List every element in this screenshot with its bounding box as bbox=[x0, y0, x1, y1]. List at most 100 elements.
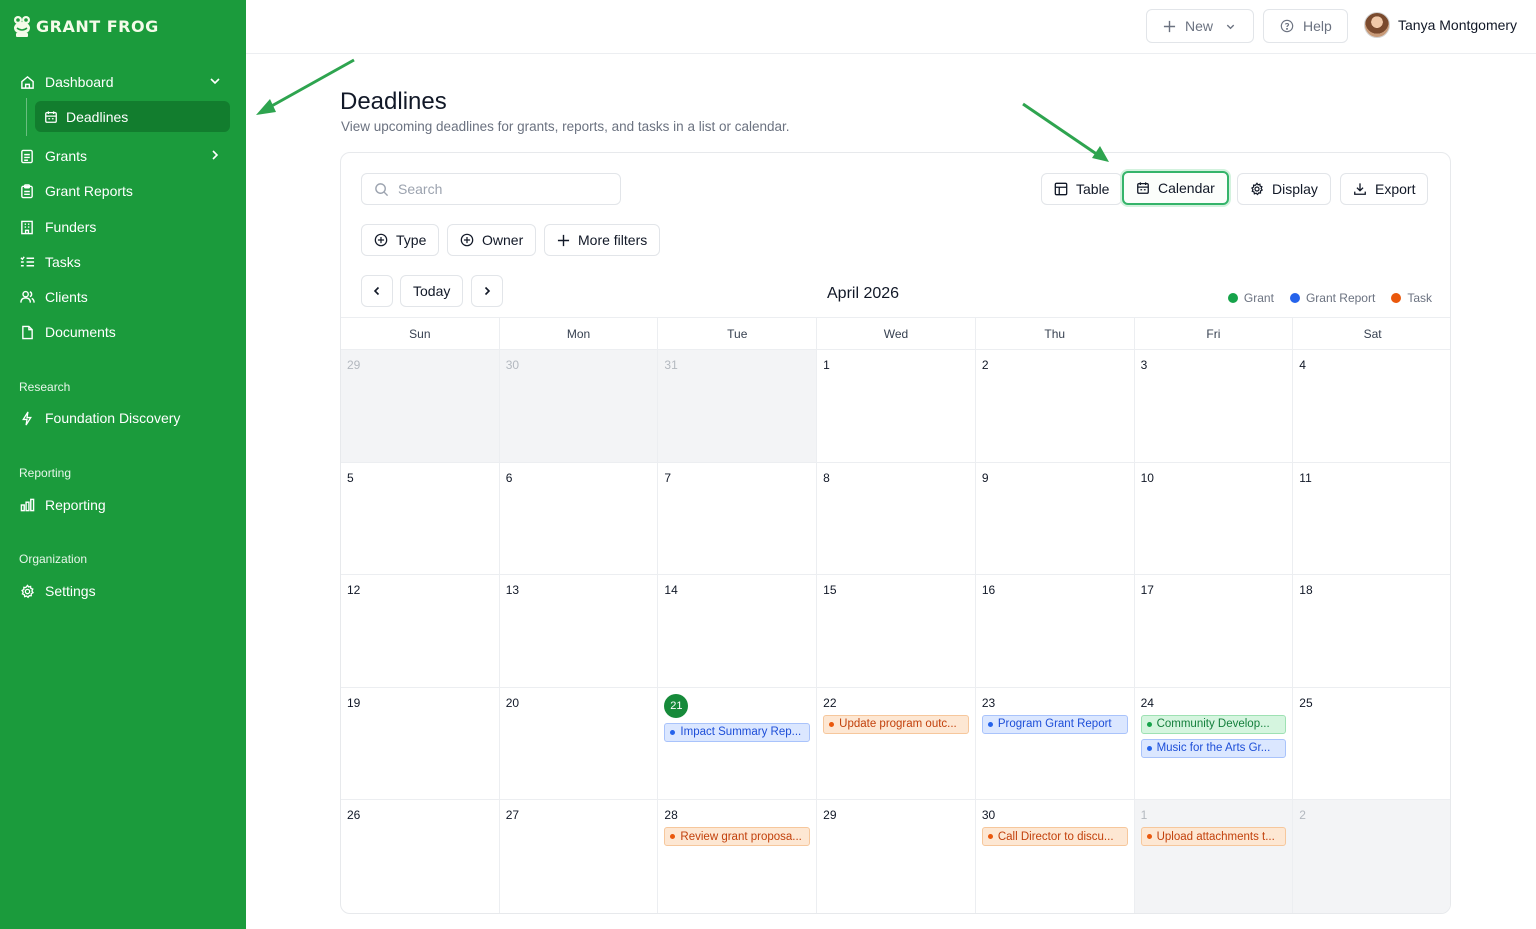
sidebar-item-grants[interactable]: Grants bbox=[10, 141, 230, 171]
display-button[interactable]: Display bbox=[1237, 173, 1331, 205]
sidebar-item-tasks[interactable]: Tasks bbox=[10, 247, 230, 277]
next-month-button[interactable] bbox=[471, 275, 503, 307]
day-number: 2 bbox=[981, 358, 989, 372]
event-type-dot bbox=[987, 834, 993, 840]
more-filters-button[interactable]: More filters bbox=[544, 224, 661, 256]
calendar-day-cell[interactable]: 24 Community Develop... Music for the Arts… bbox=[1135, 687, 1294, 800]
search-input[interactable]: Search bbox=[361, 173, 621, 205]
download-icon bbox=[1354, 183, 1366, 195]
sidebar-item-clients[interactable]: Clients bbox=[10, 282, 230, 312]
calendar-day-cell[interactable]: 6 bbox=[500, 462, 659, 575]
calendar-day-cell[interactable]: 5 bbox=[341, 462, 500, 575]
new-button[interactable]: New bbox=[1146, 9, 1254, 43]
calendar-day-cell[interactable]: 29 bbox=[817, 800, 976, 913]
calendar-day-cell[interactable]: 2 bbox=[976, 350, 1135, 462]
calendar-day-cell[interactable]: 26 bbox=[341, 800, 500, 913]
file-icon bbox=[19, 324, 35, 340]
filter-owner-button[interactable]: Owner bbox=[447, 224, 537, 256]
calendar-day-cell[interactable]: 31 bbox=[658, 350, 818, 462]
calendar-day-cell[interactable]: 4 bbox=[1293, 350, 1450, 462]
calendar-day-cell[interactable]: 2 bbox=[1293, 800, 1450, 913]
calendar-event-task[interactable]: Call Director to discu... bbox=[981, 827, 1128, 847]
calendar-day-cell[interactable]: 14 bbox=[658, 575, 818, 687]
calendar-day-cell[interactable]: 22 Update program outc... bbox=[817, 687, 976, 800]
chevron-right-icon[interactable] bbox=[208, 148, 222, 162]
calendar-day-cell[interactable]: 3 bbox=[1135, 350, 1294, 462]
sparkle-icon bbox=[19, 410, 35, 426]
calendar-day-cell[interactable]: 16 bbox=[976, 575, 1135, 687]
sidebar-item-foundation-discovery[interactable]: Foundation Discovery bbox=[10, 403, 230, 433]
calendar-day-cell[interactable]: 23 Program Grant Report bbox=[976, 687, 1135, 800]
calendar-day-cell[interactable]: 29 bbox=[341, 350, 500, 462]
calendar-day-cell[interactable]: 11 bbox=[1293, 463, 1450, 575]
event-title: Community Develop... bbox=[1156, 718, 1270, 731]
calendar-week-row: 5 6 7 8 9 10 11 bbox=[341, 462, 1450, 576]
building-icon bbox=[19, 219, 35, 235]
chevron-down-icon bbox=[1226, 24, 1235, 29]
calendar-day-cell[interactable]: 8 bbox=[817, 462, 976, 575]
filter-type-button[interactable]: Type bbox=[361, 224, 440, 256]
sidebar-item-funders[interactable]: Funders bbox=[10, 212, 230, 242]
calendar-view-button[interactable]: Calendar bbox=[1122, 171, 1229, 205]
help-button[interactable]: Help bbox=[1263, 9, 1348, 43]
calendar-day-cell[interactable]: 1 bbox=[817, 350, 976, 462]
today-button[interactable]: Today bbox=[400, 275, 464, 307]
calendar-day-cell[interactable]: 12 bbox=[341, 575, 500, 687]
brand-logo[interactable]: GRANT FROG bbox=[12, 14, 159, 38]
prev-month-button[interactable] bbox=[361, 275, 393, 307]
calendar-event-task[interactable]: Update program outc... bbox=[823, 714, 969, 734]
calendar-day-cell[interactable]: 28 Review grant proposa... bbox=[658, 800, 818, 913]
calendar-day-cell[interactable]: 1 Upload attachments t... bbox=[1134, 800, 1294, 913]
calendar-day-cell[interactable]: 30 Call Director to discu... bbox=[976, 800, 1135, 913]
calendar-event-report[interactable]: Program Grant Report bbox=[981, 714, 1128, 734]
table-view-button[interactable]: Table bbox=[1041, 173, 1123, 205]
day-number: 26 bbox=[347, 808, 361, 823]
day-number: 4 bbox=[1299, 358, 1306, 372]
calendar-grid: Sun Mon Tue Wed Thu Fri Sat 29 30 31 1 2 3 4 5 6 7 8 9 10 1… bbox=[341, 317, 1450, 913]
calendar-day-cell[interactable]: 18 bbox=[1293, 575, 1450, 687]
calendar-event-task[interactable]: Review grant proposa... bbox=[664, 827, 811, 847]
day-number: 8 bbox=[823, 470, 830, 485]
calendar-day-cell[interactable]: 10 bbox=[1135, 462, 1294, 575]
event-type-dot bbox=[1146, 745, 1152, 751]
calendar-view-label: Calendar bbox=[1158, 180, 1215, 196]
export-button[interactable]: Export bbox=[1340, 173, 1429, 205]
sidebar-item-reporting[interactable]: Reporting bbox=[10, 490, 230, 520]
day-number: 24 bbox=[1140, 695, 1154, 710]
calendar-day-cell[interactable]: 27 bbox=[500, 800, 659, 913]
sidebar-item-settings[interactable]: Settings bbox=[10, 576, 230, 606]
sidebar-item-dashboard[interactable]: Dashboard bbox=[10, 67, 230, 97]
calendar-legend: Grant Grant Report Task bbox=[1227, 291, 1432, 305]
day-number: 29 bbox=[823, 808, 837, 823]
calendar-week-row: 12 13 14 15 16 17 18 bbox=[341, 575, 1450, 688]
sidebar-item-grant-reports[interactable]: Grant Reports bbox=[10, 176, 230, 206]
sidebar-item-deadlines[interactable]: Deadlines bbox=[35, 101, 230, 132]
sidebar-item-label: Foundation Discovery bbox=[45, 410, 181, 426]
calendar-day-cell[interactable]: 17 bbox=[1135, 575, 1294, 687]
plus-icon bbox=[1163, 20, 1176, 32]
user-name: Tanya Montgomery bbox=[1398, 17, 1518, 33]
calendar-day-cell[interactable]: 25 bbox=[1293, 688, 1450, 800]
day-number: 1 bbox=[823, 358, 830, 372]
day-number: 29 bbox=[347, 358, 361, 372]
calendar-day-cell[interactable]: 30 bbox=[499, 350, 659, 462]
calendar-event-task[interactable]: Upload attachments t... bbox=[1140, 827, 1287, 847]
chevron-down-icon[interactable] bbox=[208, 74, 222, 88]
calendar-event-grant[interactable]: Community Develop... bbox=[1140, 714, 1287, 734]
calendar-day-cell[interactable]: 7 bbox=[658, 462, 818, 575]
search-icon bbox=[375, 182, 389, 196]
calendar-event-report[interactable]: Music for the Arts Gr... bbox=[1140, 738, 1287, 758]
calendar-day-cell[interactable]: 20 bbox=[500, 687, 659, 800]
day-number: 9 bbox=[981, 470, 989, 485]
user-menu[interactable]: Tanya Montgomery bbox=[1364, 12, 1517, 38]
calendar-day-cell[interactable]: 15 bbox=[817, 575, 976, 687]
calendar-event-report[interactable]: Impact Summary Rep... bbox=[664, 722, 811, 742]
day-number: 19 bbox=[347, 695, 361, 710]
calendar-day-cell[interactable]: 21 Impact Summary Rep... bbox=[658, 687, 818, 800]
calendar-day-cell[interactable]: 13 bbox=[500, 575, 659, 687]
calendar-day-cell[interactable]: 19 bbox=[341, 687, 500, 800]
sidebar-item-documents[interactable]: Documents bbox=[10, 317, 230, 347]
sidebar-item-label: Tasks bbox=[45, 254, 81, 270]
calendar-day-cell[interactable]: 9 bbox=[976, 462, 1135, 575]
list-check-icon bbox=[19, 254, 35, 270]
